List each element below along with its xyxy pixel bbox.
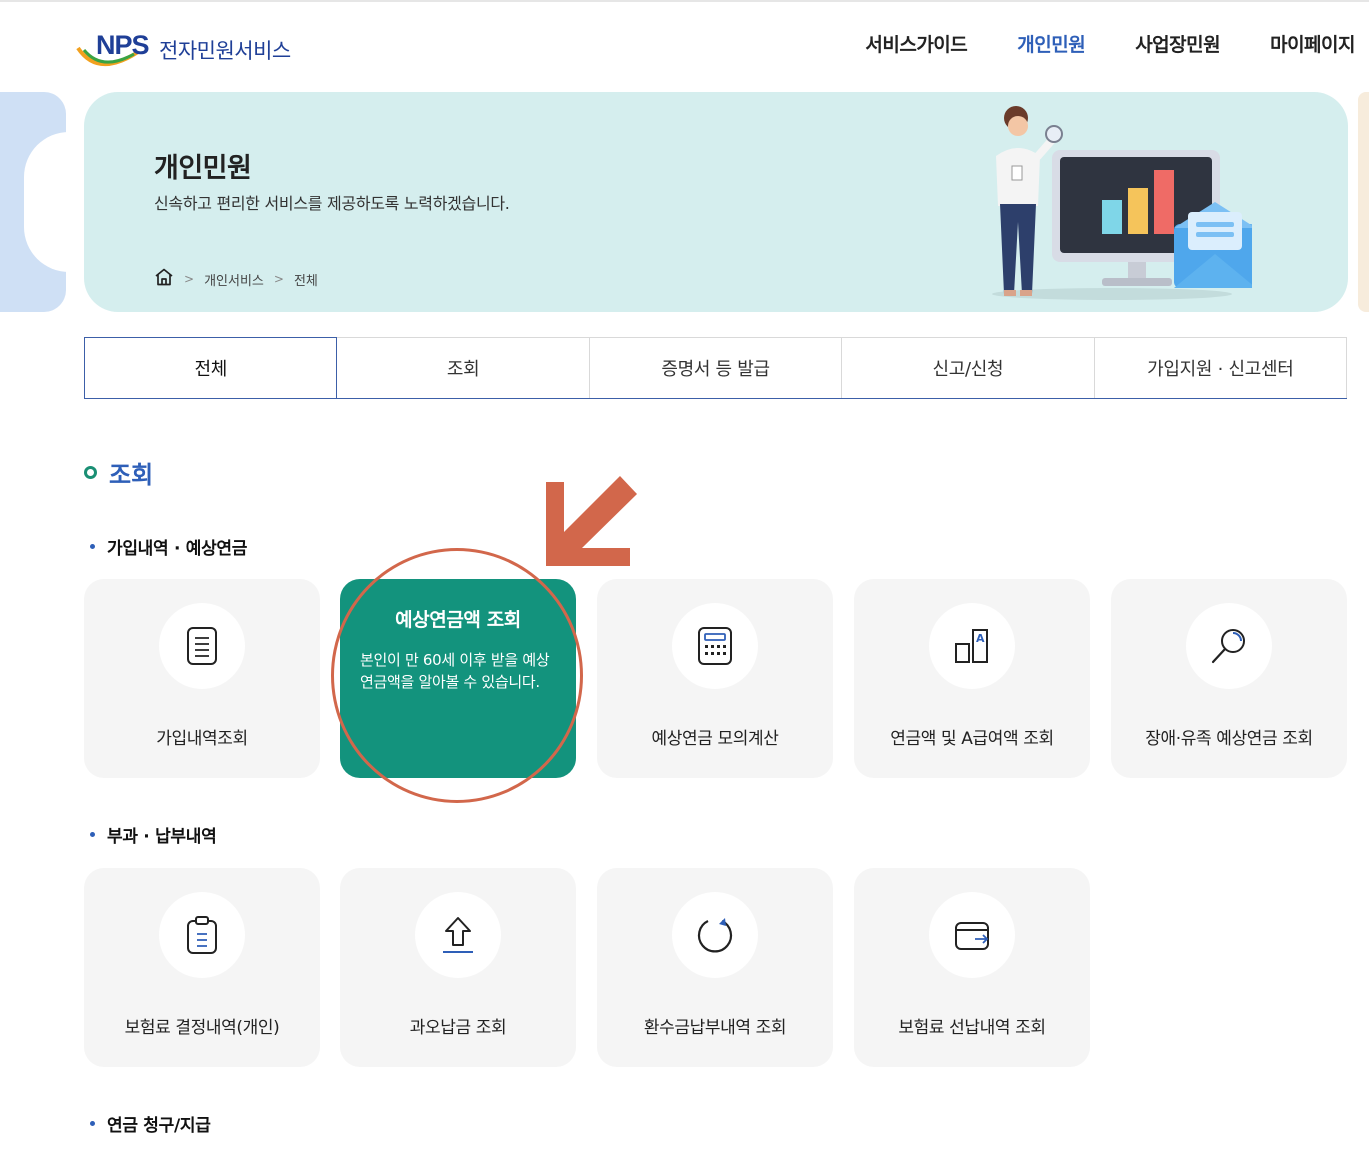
logo-text: 전자민원서비스 xyxy=(159,39,291,63)
group-title: 부과 · 납부내역 xyxy=(90,822,217,847)
bullet-icon xyxy=(90,544,95,549)
card-label: 과오납금 조회 xyxy=(409,1018,507,1038)
card-label: 환수금납부내역 조회 xyxy=(643,1018,787,1038)
wallet-icon xyxy=(929,892,1015,978)
category-tabs: 전체 조회 증명서 등 발급 신고/신청 가입지원 · 신고센터 xyxy=(84,337,1348,399)
group-title: 연금 청구/지급 xyxy=(90,1111,211,1136)
breadcrumb: > 개인서비스 > 전체 xyxy=(154,268,318,290)
group-title-text: 부과 · 납부내역 xyxy=(107,827,217,847)
nps-logo-mark: NPS xyxy=(76,28,162,72)
section-title-text: 조회 xyxy=(109,461,154,489)
card-subscription-history[interactable]: 가입내역조회 xyxy=(84,579,320,778)
annotation-arrow-icon xyxy=(546,476,637,566)
card-premium-decision[interactable]: 보험료 결정내역(개인) xyxy=(84,868,320,1067)
card-disability-survivor[interactable]: 장애·유족 예상연금 조회 xyxy=(1111,579,1347,778)
card-overpayment[interactable]: 과오납금 조회 xyxy=(340,868,576,1067)
nav-business-civil[interactable]: 사업장민원 xyxy=(1135,30,1220,57)
tab-all[interactable]: 전체 xyxy=(84,337,338,398)
svg-text:A: A xyxy=(976,632,985,645)
tab-inquiry[interactable]: 조회 xyxy=(337,337,590,398)
upload-icon xyxy=(415,892,501,978)
home-icon[interactable] xyxy=(154,268,174,290)
top-border xyxy=(0,0,1369,2)
clipboard-icon xyxy=(159,892,245,978)
site-logo[interactable]: NPS 전자민원서비스 xyxy=(76,28,291,72)
page-banner: 개인민원 신속하고 편리한 서비스를 제공하도록 노력하겠습니다. > 개인서비… xyxy=(84,92,1348,312)
document-list-icon xyxy=(159,603,245,689)
refresh-icon xyxy=(672,892,758,978)
breadcrumb-item: 전체 xyxy=(293,273,318,289)
ring-bullet-icon xyxy=(84,466,97,479)
group-title: 가입내역 · 예상연금 xyxy=(90,534,247,559)
nav-personal-civil[interactable]: 개인민원 xyxy=(1017,30,1085,57)
bar-a-icon: A xyxy=(929,603,1015,689)
bullet-icon xyxy=(90,1121,95,1126)
card-label: 연금액 및 A급여액 조회 xyxy=(890,729,1054,749)
chevron-right-icon: > xyxy=(273,272,284,286)
card-pension-simulation[interactable]: 예상연금 모의계산 xyxy=(597,579,833,778)
annotation-circle xyxy=(331,548,583,803)
card-pension-a-amount[interactable]: A 연금액 및 A급여액 조회 xyxy=(854,579,1090,778)
chevron-right-icon: > xyxy=(184,272,195,286)
magnifier-icon xyxy=(1186,603,1272,689)
card-label: 보험료 결정내역(개인) xyxy=(124,1018,280,1038)
banner-right-decoration xyxy=(1358,92,1369,312)
page-title: 개인민원 xyxy=(154,153,252,184)
card-label: 장애·유족 예상연금 조회 xyxy=(1145,729,1313,749)
nav-mypage[interactable]: 마이페이지 xyxy=(1270,30,1355,57)
section-title: 조회 xyxy=(84,455,153,490)
page-description: 신속하고 편리한 서비스를 제공하도록 노력하겠습니다. xyxy=(154,194,510,213)
nav-service-guide[interactable]: 서비스가이드 xyxy=(865,30,967,57)
calculator-icon xyxy=(672,603,758,689)
card-refund-payment[interactable]: 환수금납부내역 조회 xyxy=(597,868,833,1067)
banner-illustration xyxy=(952,104,1256,304)
group-title-text: 가입내역 · 예상연금 xyxy=(107,539,248,559)
breadcrumb-item[interactable]: 개인서비스 xyxy=(204,270,264,289)
logo-mark-text: NPS xyxy=(96,30,150,60)
tab-certificate[interactable]: 증명서 등 발급 xyxy=(589,337,843,398)
card-label: 가입내역조회 xyxy=(156,729,248,749)
card-label: 예상연금 모의계산 xyxy=(651,729,779,749)
tab-support-center[interactable]: 가입지원 · 신고센터 xyxy=(1094,337,1348,398)
card-prepayment[interactable]: 보험료 선납내역 조회 xyxy=(854,868,1090,1067)
tab-report-apply[interactable]: 신고/신청 xyxy=(842,337,1095,398)
bullet-icon xyxy=(90,832,95,837)
main-nav: 서비스가이드 개인민원 사업장민원 마이페이지 xyxy=(865,30,1355,57)
group-title-text: 연금 청구/지급 xyxy=(107,1116,211,1136)
card-label: 보험료 선납내역 조회 xyxy=(898,1018,1046,1038)
